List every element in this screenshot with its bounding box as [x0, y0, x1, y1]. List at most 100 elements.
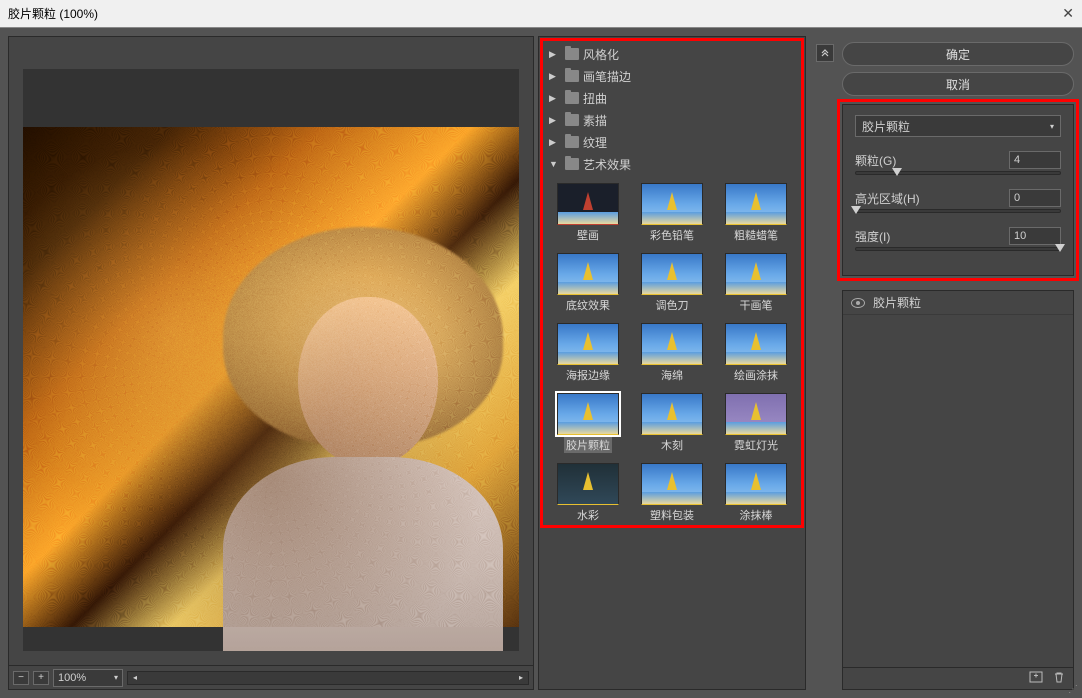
- horizontal-scrollbar[interactable]: ◂ ▸: [127, 671, 529, 685]
- filter-thumb[interactable]: 调色刀: [637, 253, 707, 313]
- param-input[interactable]: [1009, 151, 1061, 169]
- filter-thumb[interactable]: 海报边缘: [553, 323, 623, 383]
- titlebar: 胶片颗粒 (100%) ✕: [0, 0, 1082, 28]
- filter-thumb-image: [641, 183, 703, 225]
- param-slider[interactable]: [855, 247, 1061, 251]
- filter-thumb[interactable]: 霓虹灯光: [721, 393, 791, 453]
- filter-thumb[interactable]: 胶片颗粒: [553, 393, 623, 453]
- collapse-arrow-icon: ▶: [549, 93, 561, 104]
- scroll-left-icon[interactable]: ◂: [128, 672, 142, 684]
- zoom-out-button[interactable]: −: [13, 671, 29, 685]
- filter-thumb-image: [557, 393, 619, 435]
- param-label: 强度(I): [855, 228, 1009, 245]
- filter-thumb-image: [725, 393, 787, 435]
- folder-icon: [565, 158, 579, 170]
- scroll-right-icon[interactable]: ▸: [514, 672, 528, 684]
- filter-thumb[interactable]: 塑料包装: [637, 463, 707, 523]
- filter-thumb[interactable]: 壁画: [553, 183, 623, 243]
- chevron-down-icon: ▾: [114, 673, 118, 682]
- slider-thumb[interactable]: [1055, 244, 1065, 254]
- filter-thumb-image: [725, 463, 787, 505]
- filter-thumbnail-grid: 壁画 彩色铅笔 粗糙蜡笔底纹效果 调色刀 干画笔海报边缘 海绵 绘画涂抹胶片颗粒 木刻 霓虹灯光…: [539, 175, 805, 531]
- category-row[interactable]: ▼ 艺术效果: [545, 153, 799, 175]
- param-slider[interactable]: [855, 209, 1061, 213]
- folder-icon: [565, 92, 579, 104]
- category-label: 扭曲: [583, 90, 607, 107]
- preview-canvas[interactable]: [23, 69, 519, 651]
- right-pane: 确定 取消 胶片颗粒 ▾ 颗粒(G) 高光区域(H) 强度(I) 胶片颗粒: [810, 36, 1074, 690]
- collapse-arrow-icon: ▶: [549, 137, 561, 148]
- filter-thumb-label: 彩色铅笔: [650, 227, 694, 243]
- effect-layer-row[interactable]: 胶片颗粒: [843, 291, 1073, 315]
- zoom-dropdown[interactable]: 100% ▾: [53, 669, 123, 687]
- category-label: 纹理: [583, 134, 607, 151]
- category-row[interactable]: ▶ 风格化: [545, 43, 799, 65]
- category-label: 艺术效果: [583, 156, 631, 173]
- filter-select-dropdown[interactable]: 胶片颗粒 ▾: [855, 115, 1061, 137]
- category-label: 风格化: [583, 46, 619, 63]
- filter-thumb[interactable]: 涂抹棒: [721, 463, 791, 523]
- param-label: 高光区域(H): [855, 190, 1009, 207]
- folder-icon: [565, 136, 579, 148]
- folder-icon: [565, 48, 579, 60]
- param-slider[interactable]: [855, 171, 1061, 175]
- new-effect-icon[interactable]: [1029, 671, 1043, 686]
- category-label: 素描: [583, 112, 607, 129]
- filter-thumb-label: 胶片颗粒: [564, 437, 612, 453]
- category-label: 画笔描边: [583, 68, 631, 85]
- filter-thumb-image: [725, 323, 787, 365]
- filter-thumb-label: 塑料包装: [650, 507, 694, 523]
- filter-thumb-label: 木刻: [661, 437, 683, 453]
- preview-toolbar: − + 100% ▾ ◂ ▸: [9, 665, 533, 689]
- filter-thumb[interactable]: 彩色铅笔: [637, 183, 707, 243]
- zoom-value: 100%: [58, 672, 86, 684]
- effect-layer-label: 胶片颗粒: [873, 294, 921, 311]
- filter-thumb-image: [641, 253, 703, 295]
- layer-panel-footer: [843, 667, 1073, 689]
- chevron-down-icon: ▾: [1050, 122, 1054, 131]
- collapse-gallery-button[interactable]: [816, 44, 834, 62]
- category-row[interactable]: ▶ 纹理: [545, 131, 799, 153]
- filter-thumb-label: 干画笔: [740, 297, 773, 313]
- param-label: 颗粒(G): [855, 152, 1009, 169]
- filter-thumb-label: 壁画: [577, 227, 599, 243]
- filter-thumb-label: 霓虹灯光: [734, 437, 778, 453]
- filter-thumb-label: 涂抹棒: [740, 507, 773, 523]
- collapse-arrow-icon: ▶: [549, 49, 561, 60]
- filter-thumb-image: [641, 393, 703, 435]
- filter-thumb[interactable]: 水彩: [553, 463, 623, 523]
- filter-params-panel: 胶片颗粒 ▾ 颗粒(G) 高光区域(H) 强度(I): [842, 104, 1074, 276]
- filter-thumb-label: 底纹效果: [566, 297, 610, 313]
- filter-thumb-image: [557, 463, 619, 505]
- slider-thumb[interactable]: [892, 168, 902, 178]
- visibility-icon[interactable]: [851, 298, 865, 308]
- param-row: 强度(I): [855, 227, 1061, 245]
- filter-thumb[interactable]: 木刻: [637, 393, 707, 453]
- slider-thumb[interactable]: [851, 206, 861, 216]
- cancel-button[interactable]: 取消: [842, 72, 1074, 96]
- filter-thumb[interactable]: 绘画涂抹: [721, 323, 791, 383]
- preview-pane: − + 100% ▾ ◂ ▸: [8, 36, 534, 690]
- param-input[interactable]: [1009, 189, 1061, 207]
- delete-effect-icon[interactable]: [1053, 671, 1065, 686]
- category-row[interactable]: ▶ 素描: [545, 109, 799, 131]
- filter-thumb-label: 调色刀: [656, 297, 689, 313]
- filter-thumb[interactable]: 干画笔: [721, 253, 791, 313]
- filter-thumb[interactable]: 底纹效果: [553, 253, 623, 313]
- filter-thumb-label: 海报边缘: [566, 367, 610, 383]
- param-input[interactable]: [1009, 227, 1061, 245]
- filter-thumb[interactable]: 海绵: [637, 323, 707, 383]
- category-row[interactable]: ▶ 画笔描边: [545, 65, 799, 87]
- main: − + 100% ▾ ◂ ▸ ▶ 风格化 ▶ 画笔描边 ▶ 扭曲 ▶ 素描 ▶: [0, 28, 1082, 698]
- category-row[interactable]: ▶ 扭曲: [545, 87, 799, 109]
- close-icon[interactable]: ✕: [1062, 5, 1074, 22]
- filter-thumb-label: 海绵: [661, 367, 683, 383]
- dialog-buttons: 确定 取消: [814, 36, 1074, 96]
- ok-button[interactable]: 确定: [842, 42, 1074, 66]
- filter-thumb-image: [725, 253, 787, 295]
- filter-thumb-image: [557, 323, 619, 365]
- zoom-in-button[interactable]: +: [33, 671, 49, 685]
- filter-thumb-image: [641, 463, 703, 505]
- effect-layers-panel: 胶片颗粒: [842, 290, 1074, 690]
- filter-thumb[interactable]: 粗糙蜡笔: [721, 183, 791, 243]
